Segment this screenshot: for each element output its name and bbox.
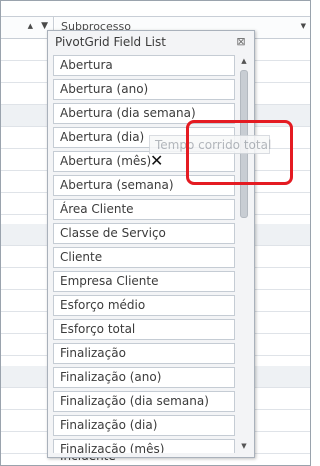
field-item[interactable]: Abertura: [53, 55, 235, 76]
field-item[interactable]: Abertura (ano): [53, 79, 235, 100]
field-item[interactable]: Finalização (dia semana): [53, 391, 235, 412]
field-item[interactable]: Esforço total: [53, 319, 235, 340]
highlight-annotation: [186, 120, 293, 185]
field-item[interactable]: Cliente: [53, 247, 235, 268]
scroll-down-icon[interactable]: ▼: [238, 440, 250, 452]
close-icon[interactable]: ⊠: [234, 35, 248, 49]
field-item[interactable]: Classe de Serviço: [53, 223, 235, 244]
no-drop-cursor-icon: ✕: [150, 151, 164, 170]
field-item[interactable]: Esforço médio: [53, 295, 235, 316]
field-item[interactable]: Empresa Cliente: [53, 271, 235, 292]
field-item[interactable]: Área Cliente: [53, 199, 235, 220]
field-item[interactable]: Finalização (ano): [53, 367, 235, 388]
scroll-up-icon[interactable]: ▲: [238, 55, 250, 67]
panel-title: PivotGrid Field List: [55, 35, 166, 49]
field-item[interactable]: Finalização (mês): [53, 439, 235, 453]
scrollbar[interactable]: ▲ ▼: [238, 55, 250, 452]
field-item[interactable]: Finalização: [53, 343, 235, 364]
field-list: Abertura Abertura (ano) Abertura (dia se…: [53, 55, 235, 453]
panel-header[interactable]: PivotGrid Field List ⊠: [48, 31, 254, 53]
field-item[interactable]: Finalização (dia): [53, 415, 235, 436]
field-list-panel[interactable]: PivotGrid Field List ⊠ Abertura Abertura…: [47, 30, 255, 458]
